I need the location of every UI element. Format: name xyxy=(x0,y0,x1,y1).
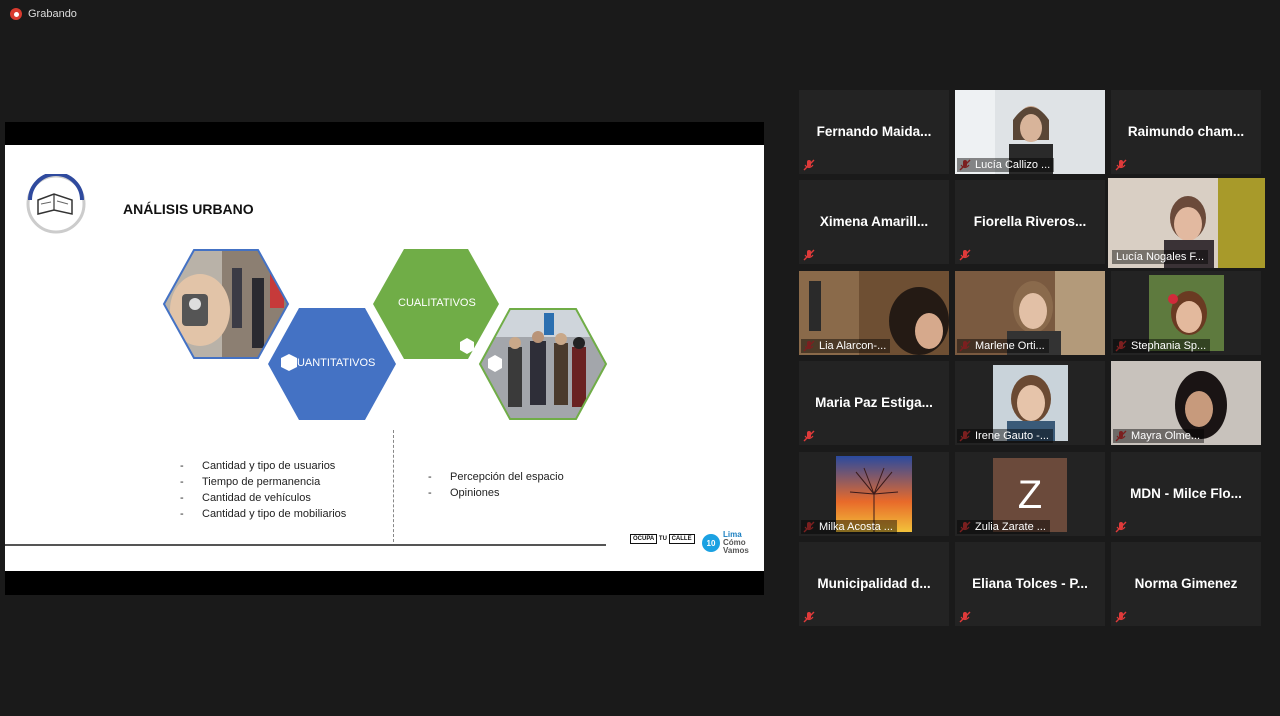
list-item: - Tiempo de permanencia xyxy=(180,476,321,488)
slide-footer-line xyxy=(5,544,606,546)
muted-mic-icon xyxy=(803,159,815,171)
list-item: - Cantidad y tipo de usuarios xyxy=(180,460,336,472)
shared-screen: ANÁLISIS URBANO CUANTITATIVOS CUALITATIV… xyxy=(5,122,764,595)
ocupa-tu-calle-logo: OCUPA TU CALLE xyxy=(630,534,695,544)
participant-tile[interactable]: Eliana Tolces - P... xyxy=(955,542,1105,626)
list-item: - Cantidad y tipo de mobiliarios xyxy=(180,508,347,520)
muted-mic-icon xyxy=(1115,611,1127,623)
recording-label: Grabando xyxy=(28,8,77,20)
qualitative-label: CUALITATIVOS xyxy=(398,297,476,309)
muted-mic-icon xyxy=(959,611,971,623)
muted-mic-icon xyxy=(803,249,815,261)
record-icon xyxy=(10,8,22,20)
participant-tile[interactable]: Stephania Sp... xyxy=(1111,271,1261,355)
presentation-slide: ANÁLISIS URBANO CUANTITATIVOS CUALITATIV… xyxy=(5,145,764,571)
participant-name: Lucía Callizo ... xyxy=(957,158,1055,172)
participant-tile[interactable]: Lucía Callizo ... xyxy=(955,90,1105,174)
participant-tile[interactable]: Municipalidad d... xyxy=(799,542,949,626)
participant-name: Lucía Nogales F... xyxy=(1112,250,1209,264)
participant-name: Stephania Sp... xyxy=(1113,339,1211,353)
participant-tile[interactable]: Marlene Orti... xyxy=(955,271,1105,355)
participant-name: Milka Acosta ... xyxy=(801,520,897,534)
recording-indicator: Grabando xyxy=(10,8,77,20)
participant-name: Irene Gauto -... xyxy=(957,429,1053,443)
participant-tile[interactable]: Z Zulia Zarate ... xyxy=(955,452,1105,536)
qualitative-bullet-list: - Percepción del espacio - Opiniones xyxy=(428,469,564,501)
muted-mic-icon xyxy=(803,430,815,442)
list-item: - Cantidad de vehículos xyxy=(180,492,311,504)
slide-title: ANÁLISIS URBANO xyxy=(123,201,254,217)
participant-tile[interactable]: Maria Paz Estiga... xyxy=(799,361,949,445)
participant-tile[interactable]: Raimundo cham... xyxy=(1111,90,1261,174)
muted-mic-icon xyxy=(1115,521,1127,533)
active-speaker-tile[interactable]: Lucía Nogales F... xyxy=(1108,178,1265,268)
list-item: - Percepción del espacio xyxy=(428,471,564,483)
quantitative-bullet-list: - Cantidad y tipo de usuarios - Tiempo de … xyxy=(180,458,346,522)
muted-mic-icon xyxy=(1115,159,1127,171)
participant-tile[interactable]: Milka Acosta ... xyxy=(799,452,949,536)
urban-analysis-logo-icon xyxy=(26,174,86,234)
participant-tile[interactable]: Norma Gimenez xyxy=(1111,542,1261,626)
participant-tile[interactable]: Irene Gauto -... xyxy=(955,361,1105,445)
participant-tile[interactable]: Mayra Olme... xyxy=(1111,361,1261,445)
lima-como-vamos-logo: 10 Lima Cómo Vamos xyxy=(702,531,749,555)
participant-tile[interactable]: Ximena Amarill... xyxy=(799,180,949,264)
participant-tile[interactable]: Lia Alarcon-... xyxy=(799,271,949,355)
participant-name: Lia Alarcon-... xyxy=(801,339,891,353)
muted-mic-icon xyxy=(959,249,971,261)
quantitative-label: CUANTITATIVOS xyxy=(289,357,376,369)
participant-name: Mayra Olme... xyxy=(1113,429,1205,443)
participant-tile[interactable]: Fernando Maida... xyxy=(799,90,949,174)
participant-name: Zulia Zarate ... xyxy=(957,520,1050,534)
slide-divider xyxy=(393,430,394,542)
list-item: - Opiniones xyxy=(428,487,500,499)
interview-photo-hexagon xyxy=(478,308,608,420)
participant-tile[interactable]: MDN - Milce Flo... xyxy=(1111,452,1261,536)
muted-mic-icon xyxy=(803,611,815,623)
participant-name: Marlene Orti... xyxy=(957,339,1049,353)
participant-tile[interactable]: Fiorella Riveros... xyxy=(955,180,1105,264)
